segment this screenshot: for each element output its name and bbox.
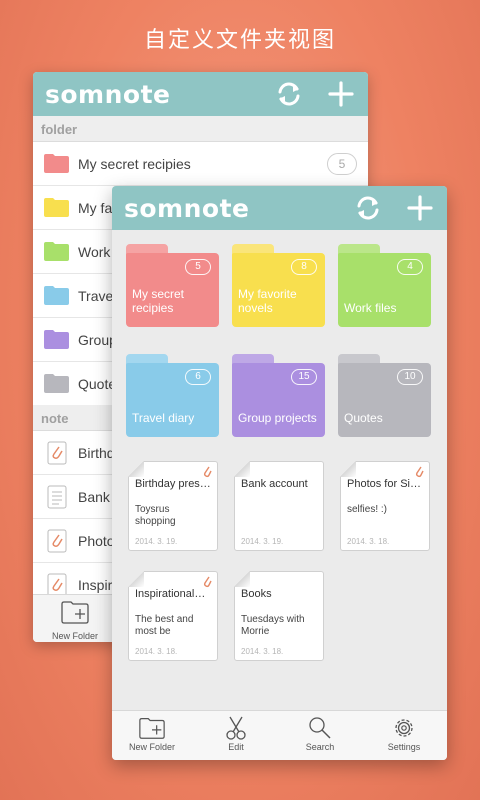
paperclip-icon (203, 576, 212, 588)
note-title: Books (241, 588, 272, 600)
note-preview: Tuesdays with Morrie (241, 614, 305, 637)
app-bar: somnote (112, 186, 447, 230)
folder-count-badge: 6 (185, 369, 211, 385)
app-logo: somnote (124, 194, 250, 223)
new-folder-icon (61, 601, 89, 624)
note-card[interactable]: Books Tuesdays with Morrie 2014. 3. 18. (234, 571, 324, 661)
note-date: 2014. 3. 18. (135, 647, 178, 656)
new-folder-button[interactable]: New Folder (117, 715, 187, 759)
folder-name: Group projects (238, 411, 317, 425)
folder-tile[interactable]: 8 My favorite novels (232, 244, 325, 327)
folder-icon (44, 286, 69, 305)
paperclip-icon (203, 466, 212, 478)
scissors-icon (226, 716, 246, 740)
note-date: 2014. 3. 19. (241, 537, 284, 546)
paperclip-icon (415, 466, 424, 478)
note-title: Birthd (78, 445, 115, 461)
new-folder-button[interactable]: New Folder (47, 599, 103, 642)
note-card[interactable]: Photos for Si… selfies! :) 2014. 3. 18. (340, 461, 430, 551)
folder-count-badge: 8 (291, 259, 317, 275)
folder-icon (44, 154, 69, 173)
folder-name: Quote (78, 376, 117, 392)
folder-tile[interactable]: 15 Group projects (232, 354, 325, 437)
folder-name: My fa (78, 200, 113, 216)
folder-tile[interactable]: 4 Work files (338, 244, 431, 327)
app-logo: somnote (45, 80, 171, 109)
folder-name: My secret recipies (132, 287, 185, 315)
folder-count-badge: 15 (291, 369, 317, 385)
note-preview: selfies! :) (347, 504, 388, 515)
page-fold (128, 571, 144, 587)
new-folder-label: New Folder (128, 742, 175, 752)
note-date: 2014. 3. 18. (241, 647, 284, 656)
settings-label: Settings (387, 742, 421, 752)
note-card[interactable]: Birthday pres… Toysrus shopping 2014. 3.… (128, 461, 218, 551)
folder-icon (44, 198, 69, 217)
folder-icon (44, 330, 69, 349)
note-date: 2014. 3. 18. (347, 537, 390, 546)
note-preview: Toysrus shopping (135, 504, 176, 527)
new-folder-icon (139, 718, 165, 739)
settings-button[interactable]: Settings (369, 715, 439, 759)
document-icon (47, 485, 67, 509)
folder-name: Work (78, 244, 111, 260)
paperclip-icon (47, 529, 67, 553)
folder-count-badge: 5 (185, 259, 211, 275)
folder-tile[interactable]: 6 Travel diary (126, 354, 219, 437)
note-title: Photos for Si… (347, 478, 421, 490)
folder-tile[interactable]: 10 Quotes (338, 354, 431, 437)
folder-name: My favorite novels (238, 287, 297, 315)
app-bar: somnote (33, 72, 368, 116)
note-title: Inspirational… (135, 588, 206, 600)
grid-view-screen: somnote 5 My secret recipies 8 My favori… (112, 186, 447, 760)
note-title: Bank account (241, 478, 308, 490)
page-fold (234, 461, 250, 477)
note-preview: The best and most be (135, 614, 194, 637)
folder-icon (44, 374, 69, 393)
folder-tile[interactable]: 5 My secret recipies (126, 244, 219, 327)
page-fold (234, 571, 250, 587)
note-card[interactable]: Inspirational… The best and most be 2014… (128, 571, 218, 661)
promo-title: 自定义文件夹视图 (143, 28, 336, 53)
add-icon[interactable] (407, 195, 433, 221)
folder-count-badge: 4 (397, 259, 423, 275)
folder-name: Travel diary (132, 411, 195, 425)
sync-icon[interactable] (276, 81, 302, 107)
folder-icon (44, 242, 69, 261)
page-fold (340, 461, 356, 477)
folder-count-badge: 5 (327, 153, 357, 175)
add-icon[interactable] (328, 81, 354, 107)
folder-section-header: folder (33, 116, 368, 142)
bottom-toolbar: New Folder Edit Search Settings (112, 710, 447, 760)
edit-button[interactable]: Edit (201, 715, 271, 759)
folder-name: Work files (344, 301, 397, 315)
page-fold (128, 461, 144, 477)
folder-row[interactable]: My secret recipies 5 (33, 142, 368, 186)
gear-icon (395, 719, 413, 737)
note-title: Birthday pres… (135, 478, 211, 490)
folder-count-badge: 10 (397, 369, 423, 385)
note-date: 2014. 3. 19. (135, 537, 178, 546)
note-card[interactable]: Bank account 2014. 3. 19. (234, 461, 324, 551)
paperclip-icon (47, 441, 67, 465)
edit-label: Edit (228, 742, 244, 752)
search-icon (309, 717, 331, 739)
folder-name: My secret recipies (78, 156, 191, 172)
folder-name: Trave (78, 288, 114, 304)
sync-icon[interactable] (355, 195, 381, 221)
search-label: Search (305, 742, 335, 752)
folder-name: Quotes (344, 411, 383, 425)
search-button[interactable]: Search (285, 715, 355, 759)
new-folder-label: New Folder (51, 631, 98, 641)
